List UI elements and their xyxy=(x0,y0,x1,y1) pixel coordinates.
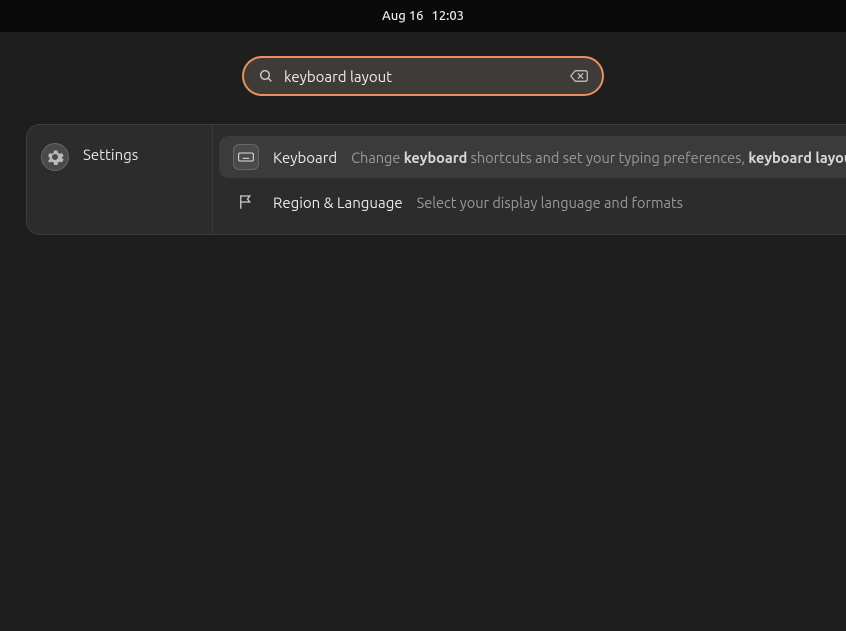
result-keyboard[interactable]: Keyboard Change keyboard shortcuts and s… xyxy=(219,136,846,178)
keyboard-icon xyxy=(233,144,259,170)
results-category-label: Settings xyxy=(83,143,138,163)
clock-time[interactable]: 12:03 xyxy=(431,9,464,23)
result-title: Keyboard xyxy=(273,149,337,166)
results-panel: Settings Keyboard Change keyboard shortc… xyxy=(26,124,846,235)
search-field[interactable] xyxy=(242,56,604,96)
search-input[interactable] xyxy=(284,68,560,85)
top-bar: Aug 16 12:03 xyxy=(0,0,846,32)
result-region-language[interactable]: Region & Language Select your display la… xyxy=(219,181,846,223)
clock-date[interactable]: Aug 16 xyxy=(382,9,424,23)
result-title: Region & Language xyxy=(273,194,403,211)
results-category: Settings xyxy=(27,125,213,234)
results-list: Keyboard Change keyboard shortcuts and s… xyxy=(213,125,846,234)
result-description: Select your display language and formats xyxy=(417,194,683,211)
flag-icon xyxy=(233,189,259,215)
result-description: Change keyboard shortcuts and set your t… xyxy=(351,149,846,166)
clear-icon[interactable] xyxy=(570,69,588,83)
search-icon xyxy=(258,68,274,84)
settings-app-icon xyxy=(41,143,69,171)
